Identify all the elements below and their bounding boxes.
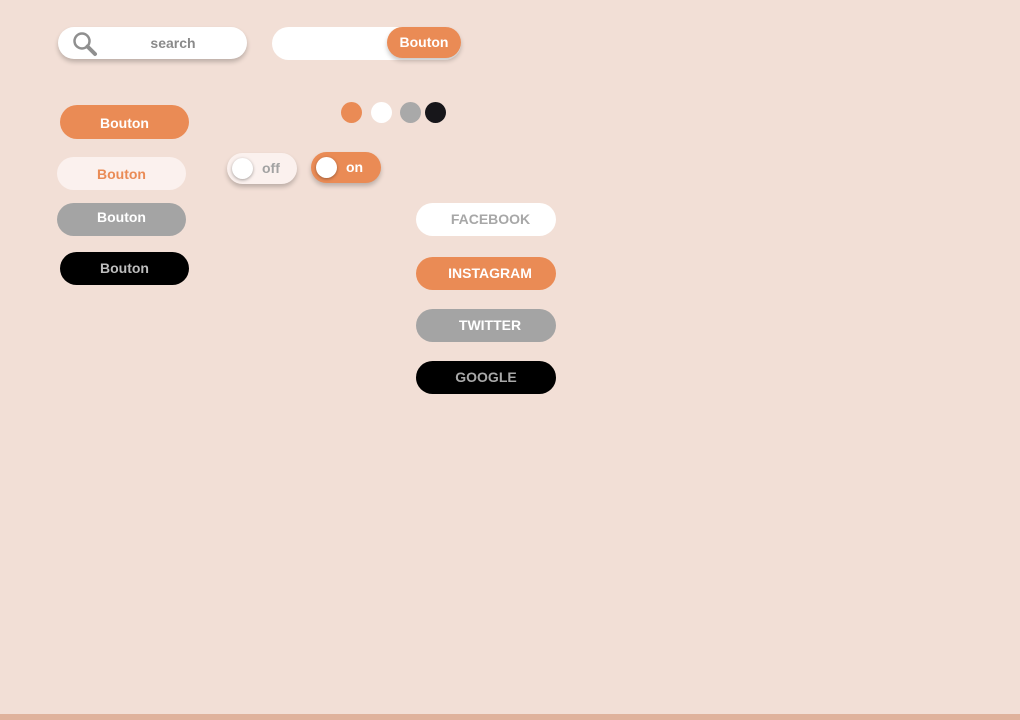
combo-submit-button[interactable]: Bouton xyxy=(387,27,461,58)
search-icon xyxy=(71,31,99,57)
twitter-button[interactable]: TWITTER xyxy=(416,309,556,342)
swatch-orange xyxy=(341,102,362,123)
input-with-button: Bouton xyxy=(272,27,461,60)
swatch-gray xyxy=(400,102,421,123)
facebook-button[interactable]: FACEBOOK xyxy=(416,203,556,236)
toggle-off-label: off xyxy=(262,160,280,176)
black-button[interactable]: Bouton xyxy=(60,252,189,285)
google-button[interactable]: GOOGLE xyxy=(416,361,556,394)
gray-button[interactable]: Bouton xyxy=(57,203,186,236)
search-bar[interactable] xyxy=(58,27,247,59)
toggle-knob xyxy=(232,158,253,179)
toggle-off[interactable]: off xyxy=(227,153,297,184)
search-input[interactable] xyxy=(118,33,228,53)
swatch-black xyxy=(425,102,446,123)
toggle-on[interactable]: on xyxy=(311,152,381,183)
orange-button[interactable]: Bouton xyxy=(60,105,189,139)
combo-text-input[interactable] xyxy=(284,33,384,53)
toggle-knob xyxy=(316,157,337,178)
light-button[interactable]: Bouton xyxy=(57,157,186,190)
swatch-white xyxy=(371,102,392,123)
bottom-bar xyxy=(0,714,1020,720)
toggle-on-label: on xyxy=(346,159,364,175)
instagram-button[interactable]: INSTAGRAM xyxy=(416,257,556,290)
